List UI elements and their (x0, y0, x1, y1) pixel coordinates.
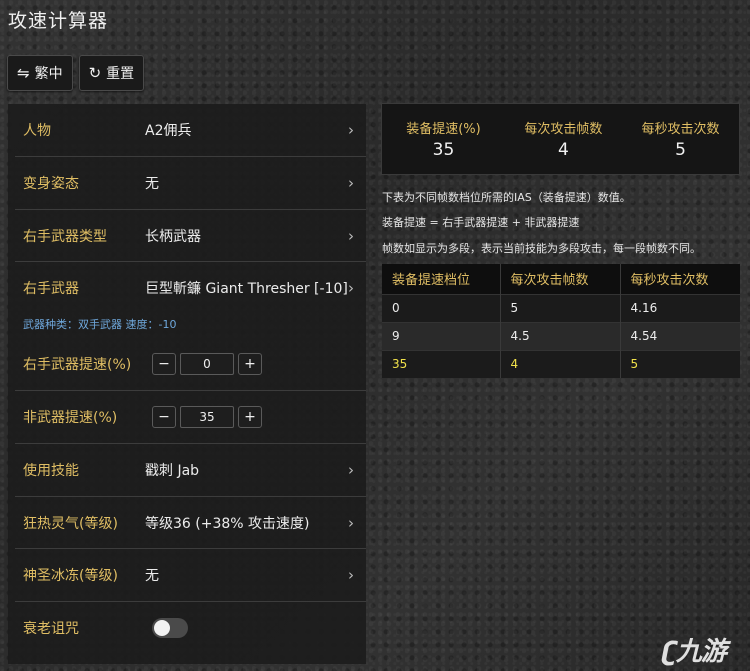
language-toggle-button[interactable]: ⇋ 繁中 (7, 55, 73, 91)
weapon-ias-input[interactable]: 0 (180, 352, 234, 375)
shapeshift-select[interactable]: 变身姿态 无 › (15, 157, 366, 210)
holy-freeze-select[interactable]: 神圣冰冻(等级) 无 › (15, 549, 366, 602)
language-button-label: 繁中 (34, 66, 63, 82)
table-cell: 4.16 (620, 293, 740, 322)
chevron-right-icon: › (348, 121, 354, 139)
reset-button[interactable]: ↻ 重置 (78, 55, 145, 91)
summary-frames-label: 每次攻击帧数 (524, 122, 603, 137)
decrepify-row: 衰老诅咒 (15, 602, 366, 654)
weapon-type-select[interactable]: 右手武器类型 长柄武器 › (15, 210, 366, 262)
offweapon-ias-increment-button[interactable]: + (238, 406, 262, 428)
offweapon-ias-input[interactable]: 35 (180, 406, 234, 428)
character-value: A2佣兵 (145, 123, 192, 139)
character-label: 人物 (23, 123, 51, 139)
table-cell: 0 (382, 293, 501, 322)
skill-value: 戳刺 Jab (145, 463, 200, 479)
weapon-ias-increment-button[interactable]: + (238, 352, 262, 375)
chevron-right-icon: › (348, 461, 354, 479)
toolbar: ⇋ 繁中 ↻ 重置 (7, 55, 145, 91)
settings-panel: 人物 A2佣兵 › 变身姿态 无 › 右手武器类型 长柄武器 › 右手武器 巨型… (8, 104, 366, 664)
table-cell: 4 (500, 349, 621, 378)
summary-frames: 每次攻击帧数 4 (505, 104, 622, 174)
table-header: 装备提速档位 (382, 264, 501, 294)
offweapon-ias-label: 非武器提速(%) (23, 410, 118, 426)
weapon-ias-row: 右手武器提速(%) − 0 + (15, 337, 366, 391)
watermark-text: 九游 (675, 637, 727, 667)
table-cell: 5 (620, 349, 740, 378)
weapon-ias-stepper: − 0 + (152, 352, 262, 375)
chevron-right-icon: › (348, 174, 354, 192)
skill-label: 使用技能 (23, 463, 79, 479)
note-text: 装备提速 = 右手武器提速 + 非武器提速 (382, 216, 580, 229)
ias-breakpoint-table: 装备提速档位 每次攻击帧数 每秒攻击次数 0 5 4.16 9 4.5 4.54… (382, 264, 740, 378)
table-header: 每秒攻击次数 (620, 264, 740, 294)
refresh-icon: ↻ (88, 63, 102, 82)
character-select[interactable]: 人物 A2佣兵 › (15, 104, 366, 157)
shapeshift-value: 无 (145, 176, 159, 192)
weapon-select[interactable]: 右手武器 巨型斬鐮 Giant Thresher [-10] › (15, 262, 366, 314)
table-header-row: 装备提速档位 每次攻击帧数 每秒攻击次数 (382, 264, 740, 294)
decrepify-label: 衰老诅咒 (23, 621, 79, 637)
chevron-right-icon: › (348, 513, 354, 532)
weapon-type-value: 长柄武器 (145, 228, 201, 245)
skill-select[interactable]: 使用技能 戳刺 Jab › (15, 444, 366, 497)
chevron-right-icon: › (348, 566, 354, 584)
summary-ias: 装备提速(%) 35 (382, 104, 505, 174)
swap-icon: ⇋ (17, 63, 30, 82)
note-text: 帧数如显示为多段，表示当前技能为多段攻击，每一段帧数不同。 (382, 242, 701, 255)
table-row-current: 35 4 5 (382, 349, 740, 378)
summary-ias-label: 装备提速(%) (406, 122, 481, 137)
logo-mark-icon: ʗ (662, 637, 677, 667)
table-row: 9 4.5 4.54 (382, 321, 740, 350)
weapon-ias-label: 右手武器提速(%) (23, 356, 132, 373)
fanaticism-select[interactable]: 狂热灵气(等级) 等级36 (+38% 攻击速度) › (15, 497, 366, 549)
chevron-right-icon: › (348, 226, 354, 245)
offweapon-ias-row: 非武器提速(%) − 35 + (15, 391, 366, 444)
watermark-logo: ʗ九游 (662, 631, 727, 668)
fanaticism-value: 等级36 (+38% 攻击速度) (145, 515, 310, 532)
table-cell: 35 (382, 349, 501, 378)
holy-freeze-value: 无 (145, 568, 159, 584)
note-text: 下表为不同帧数档位所需的IAS（装备提速）数值。 (382, 191, 631, 204)
shapeshift-label: 变身姿态 (23, 176, 79, 192)
summary-aps-value: 5 (675, 140, 686, 160)
page-title: 攻速计算器 (8, 10, 109, 32)
table-cell: 9 (382, 321, 501, 350)
chevron-right-icon: › (348, 279, 354, 297)
weapon-label: 右手武器 (23, 281, 79, 297)
table-cell: 4.5 (500, 321, 621, 350)
summary-aps-label: 每秒攻击次数 (641, 122, 720, 137)
weapon-ias-decrement-button[interactable]: − (152, 352, 176, 375)
summary-aps: 每秒攻击次数 5 (622, 104, 739, 174)
table-cell: 5 (500, 293, 621, 322)
weapon-value: 巨型斬鐮 Giant Thresher [-10] (145, 281, 348, 297)
offweapon-ias-decrement-button[interactable]: − (152, 406, 176, 428)
holy-freeze-label: 神圣冰冻(等级) (23, 568, 118, 584)
table-header: 每次攻击帧数 (500, 264, 621, 294)
table-cell: 4.54 (620, 321, 740, 350)
summary-frames-value: 4 (558, 140, 569, 160)
decrepify-toggle[interactable] (152, 618, 188, 638)
summary-ias-value: 35 (432, 140, 455, 160)
reset-button-label: 重置 (106, 66, 135, 82)
result-summary: 装备提速(%) 35 每次攻击帧数 4 每秒攻击次数 5 (381, 103, 740, 175)
fanaticism-label: 狂热灵气(等级) (23, 515, 118, 532)
weapon-type-label: 右手武器类型 (23, 228, 107, 245)
weapon-info: 武器种类：双手武器 速度：-10 (23, 318, 177, 331)
table-row: 0 5 4.16 (382, 293, 740, 322)
offweapon-ias-stepper: − 35 + (152, 406, 262, 428)
toggle-knob (154, 620, 170, 636)
